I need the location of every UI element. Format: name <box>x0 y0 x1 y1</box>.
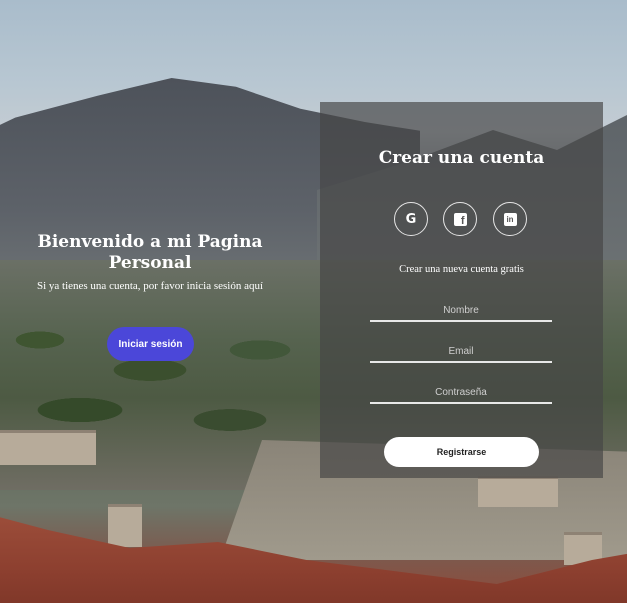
building <box>478 476 558 507</box>
welcome-title: Bienvenido a mi Pagina Personal <box>37 232 263 273</box>
building <box>0 430 96 465</box>
building <box>108 504 142 547</box>
login-button[interactable]: Iniciar sesión <box>107 327 194 361</box>
facebook-icon: f <box>453 212 467 227</box>
password-input[interactable] <box>370 382 552 404</box>
google-icon: G <box>405 211 417 227</box>
email-input[interactable] <box>370 341 552 363</box>
register-title: Crear una cuenta <box>378 148 545 168</box>
register-subtitle: Crear una nueva cuenta gratis <box>399 264 524 275</box>
google-button[interactable]: G <box>394 202 428 236</box>
welcome-section: Bienvenido a mi Pagina Personal Si ya ti… <box>20 232 280 292</box>
linkedin-icon: in <box>503 212 517 226</box>
welcome-subtitle: Si ya tienes una cuenta, por favor inici… <box>36 280 264 292</box>
name-input[interactable] <box>370 300 552 322</box>
register-button[interactable]: Registrarse <box>384 437 539 467</box>
linkedin-button[interactable]: in <box>493 202 527 236</box>
facebook-button[interactable]: f <box>443 202 477 236</box>
register-panel: Crear una cuenta G f in Crear una nueva … <box>320 102 603 478</box>
